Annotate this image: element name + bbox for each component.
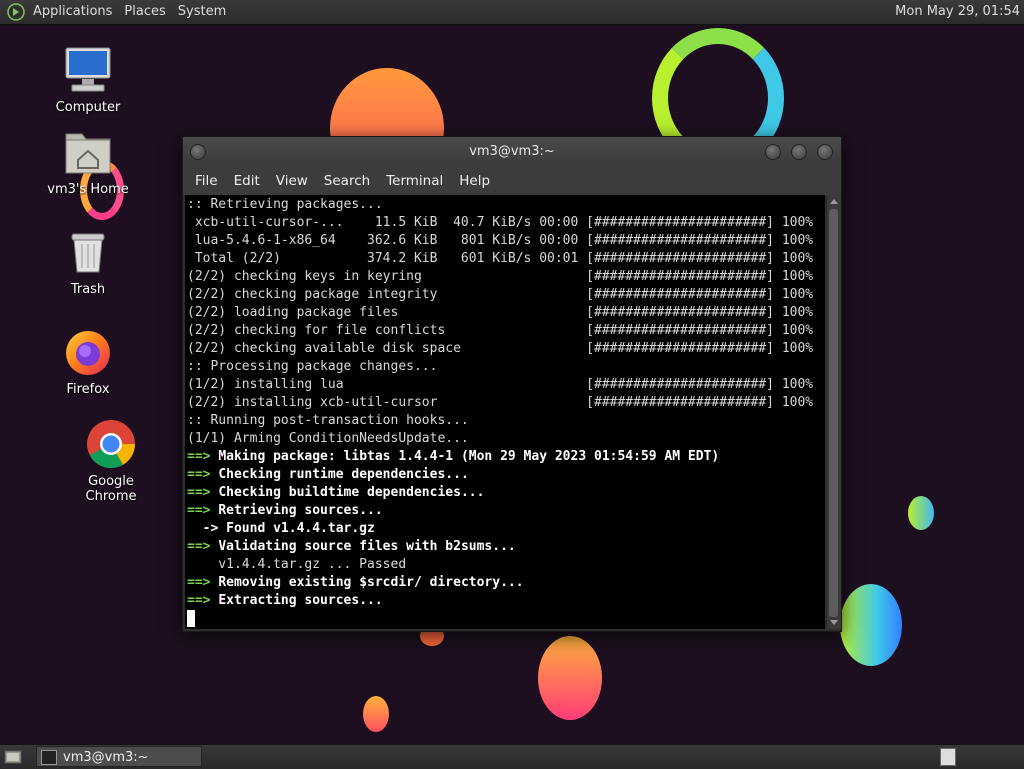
terminal-line: ==> Checking buildtime dependencies...: [187, 484, 825, 502]
terminal-line: (2/2) checking keys in keyring [########…: [187, 269, 814, 284]
distro-logo-icon[interactable]: [7, 3, 25, 21]
desktop-icon-label: Google Chrome: [85, 474, 137, 504]
chrome-icon: [85, 418, 137, 470]
prompt-arrow: ==>: [187, 467, 219, 482]
close-icon[interactable]: [817, 144, 833, 160]
menu-search[interactable]: Search: [316, 167, 378, 195]
home-folder-icon: [62, 126, 114, 178]
computer-icon: [62, 44, 114, 96]
terminal-line: xcb-util-cursor-... 11.5 KiB 40.7 KiB/s …: [187, 215, 814, 230]
terminal-window[interactable]: vm3@vm3:~ File Edit View Search Terminal…: [182, 136, 842, 632]
workspace-switcher-icon[interactable]: [940, 748, 956, 766]
desktop-icon-label: Trash: [70, 282, 106, 297]
applications-menu[interactable]: Applications: [27, 0, 118, 24]
wallpaper-blob-blue-right: [840, 584, 902, 666]
desktop-icon-chrome[interactable]: Google Chrome: [61, 418, 161, 504]
minimize-icon[interactable]: [765, 144, 781, 160]
desktop-icon-label: Firefox: [66, 382, 110, 397]
prompt-arrow: ==>: [187, 485, 219, 500]
terminal-line-text: Making package: libtas 1.4.4-1 (Mon 29 M…: [218, 449, 720, 464]
prompt-arrow: ==>: [187, 539, 219, 554]
desktop-icon-trash[interactable]: Trash: [38, 226, 138, 297]
scroll-down-icon[interactable]: [830, 620, 838, 625]
terminal-line: ==> Retrieving sources...: [187, 502, 825, 520]
menu-file[interactable]: File: [187, 167, 226, 195]
menu-edit[interactable]: Edit: [226, 167, 268, 195]
terminal-line: (1/1) Arming ConditionNeedsUpdate...: [187, 431, 469, 446]
text-cursor: [187, 610, 195, 627]
prompt-arrow: ==>: [187, 503, 219, 518]
terminal-line: ==> Removing existing $srcdir/ directory…: [187, 574, 825, 592]
system-menu[interactable]: System: [172, 0, 232, 24]
terminal-line: Total (2/2) 374.2 KiB 601 KiB/s 00:01 [#…: [187, 251, 814, 266]
wallpaper-blob-orange-bottom: [538, 636, 602, 720]
scroll-up-icon[interactable]: [830, 199, 838, 204]
terminal-line-text: Validating source files with b2sums...: [218, 539, 516, 554]
terminal-line: ==> Extracting sources...: [187, 592, 825, 610]
top-panel: Applications Places System Mon May 29, 0…: [0, 0, 1024, 25]
wallpaper-blob-small-bottom: [363, 696, 389, 732]
trash-icon: [62, 226, 114, 278]
terminal-line: v1.4.4.tar.gz ... Passed: [187, 557, 407, 572]
terminal-line: ==> Validating source files with b2sums.…: [187, 538, 825, 556]
menu-terminal[interactable]: Terminal: [378, 167, 451, 195]
terminal-menubar: File Edit View Search Terminal Help: [183, 167, 841, 195]
desktop-icon-firefox[interactable]: Firefox: [38, 326, 138, 397]
terminal-line: (2/2) checking available disk space [###…: [187, 341, 814, 356]
terminal-line: lua-5.4.6-1-x86_64 362.6 KiB 801 KiB/s 0…: [187, 233, 814, 248]
terminal-line-text: Retrieving sources...: [218, 503, 383, 518]
panel-clock[interactable]: Mon May 29, 01:54: [895, 0, 1020, 24]
taskbar-button-label: vm3@vm3:~: [63, 750, 149, 765]
places-menu[interactable]: Places: [118, 0, 171, 24]
show-desktop-icon[interactable]: [4, 748, 22, 766]
desktop-icon-home[interactable]: vm3's Home: [38, 126, 138, 197]
window-titlebar[interactable]: vm3@vm3:~: [183, 137, 841, 167]
terminal-prompt-line[interactable]: [187, 610, 825, 628]
prompt-arrow: ==>: [187, 593, 219, 608]
terminal-line: (2/2) installing xcb-util-cursor [######…: [187, 395, 814, 410]
scrollbar-thumb[interactable]: [829, 209, 838, 617]
terminal-line: ==> Checking runtime dependencies...: [187, 466, 825, 484]
terminal-small-icon: [41, 750, 57, 765]
prompt-arrow: ==>: [187, 449, 219, 464]
terminal-line-text: Checking buildtime dependencies...: [218, 485, 485, 500]
terminal-line: ==> Making package: libtas 1.4.4-1 (Mon …: [187, 448, 825, 466]
menu-view[interactable]: View: [268, 167, 316, 195]
terminal-line: (2/2) loading package files [###########…: [187, 305, 814, 320]
window-menu-icon[interactable]: [190, 144, 206, 160]
firefox-icon: [62, 326, 114, 378]
bottom-panel: vm3@vm3:~: [0, 744, 1024, 769]
terminal-line: (1/2) installing lua [##################…: [187, 377, 814, 392]
maximize-icon[interactable]: [791, 144, 807, 160]
desktop-icon-label: vm3's Home: [47, 182, 129, 197]
terminal-line-text: Extracting sources...: [218, 593, 383, 608]
window-title: vm3@vm3:~: [469, 144, 555, 159]
desktop-icon-label: Computer: [55, 100, 121, 115]
terminal-line: :: Processing package changes...: [187, 359, 438, 374]
prompt-arrow: ==>: [187, 575, 219, 590]
terminal-line: (2/2) checking for file conflicts [#####…: [187, 323, 814, 338]
taskbar-button-terminal[interactable]: vm3@vm3:~: [36, 746, 202, 767]
terminal-line: -> Found v1.4.4.tar.gz: [187, 521, 375, 536]
terminal-line: :: Running post-transaction hooks...: [187, 413, 469, 428]
desktop-icon-computer[interactable]: Computer: [38, 44, 138, 115]
menu-help[interactable]: Help: [451, 167, 498, 195]
terminal-line-text: Checking runtime dependencies...: [218, 467, 469, 482]
terminal-line: :: Retrieving packages...: [187, 197, 383, 212]
terminal-output[interactable]: :: Retrieving packages... xcb-util-curso…: [185, 195, 825, 629]
terminal-scrollbar[interactable]: [827, 195, 841, 629]
terminal-line-text: Removing existing $srcdir/ directory...: [218, 575, 524, 590]
wallpaper-blob-teal-right: [908, 496, 934, 530]
terminal-line: (2/2) checking package integrity [######…: [187, 287, 814, 302]
